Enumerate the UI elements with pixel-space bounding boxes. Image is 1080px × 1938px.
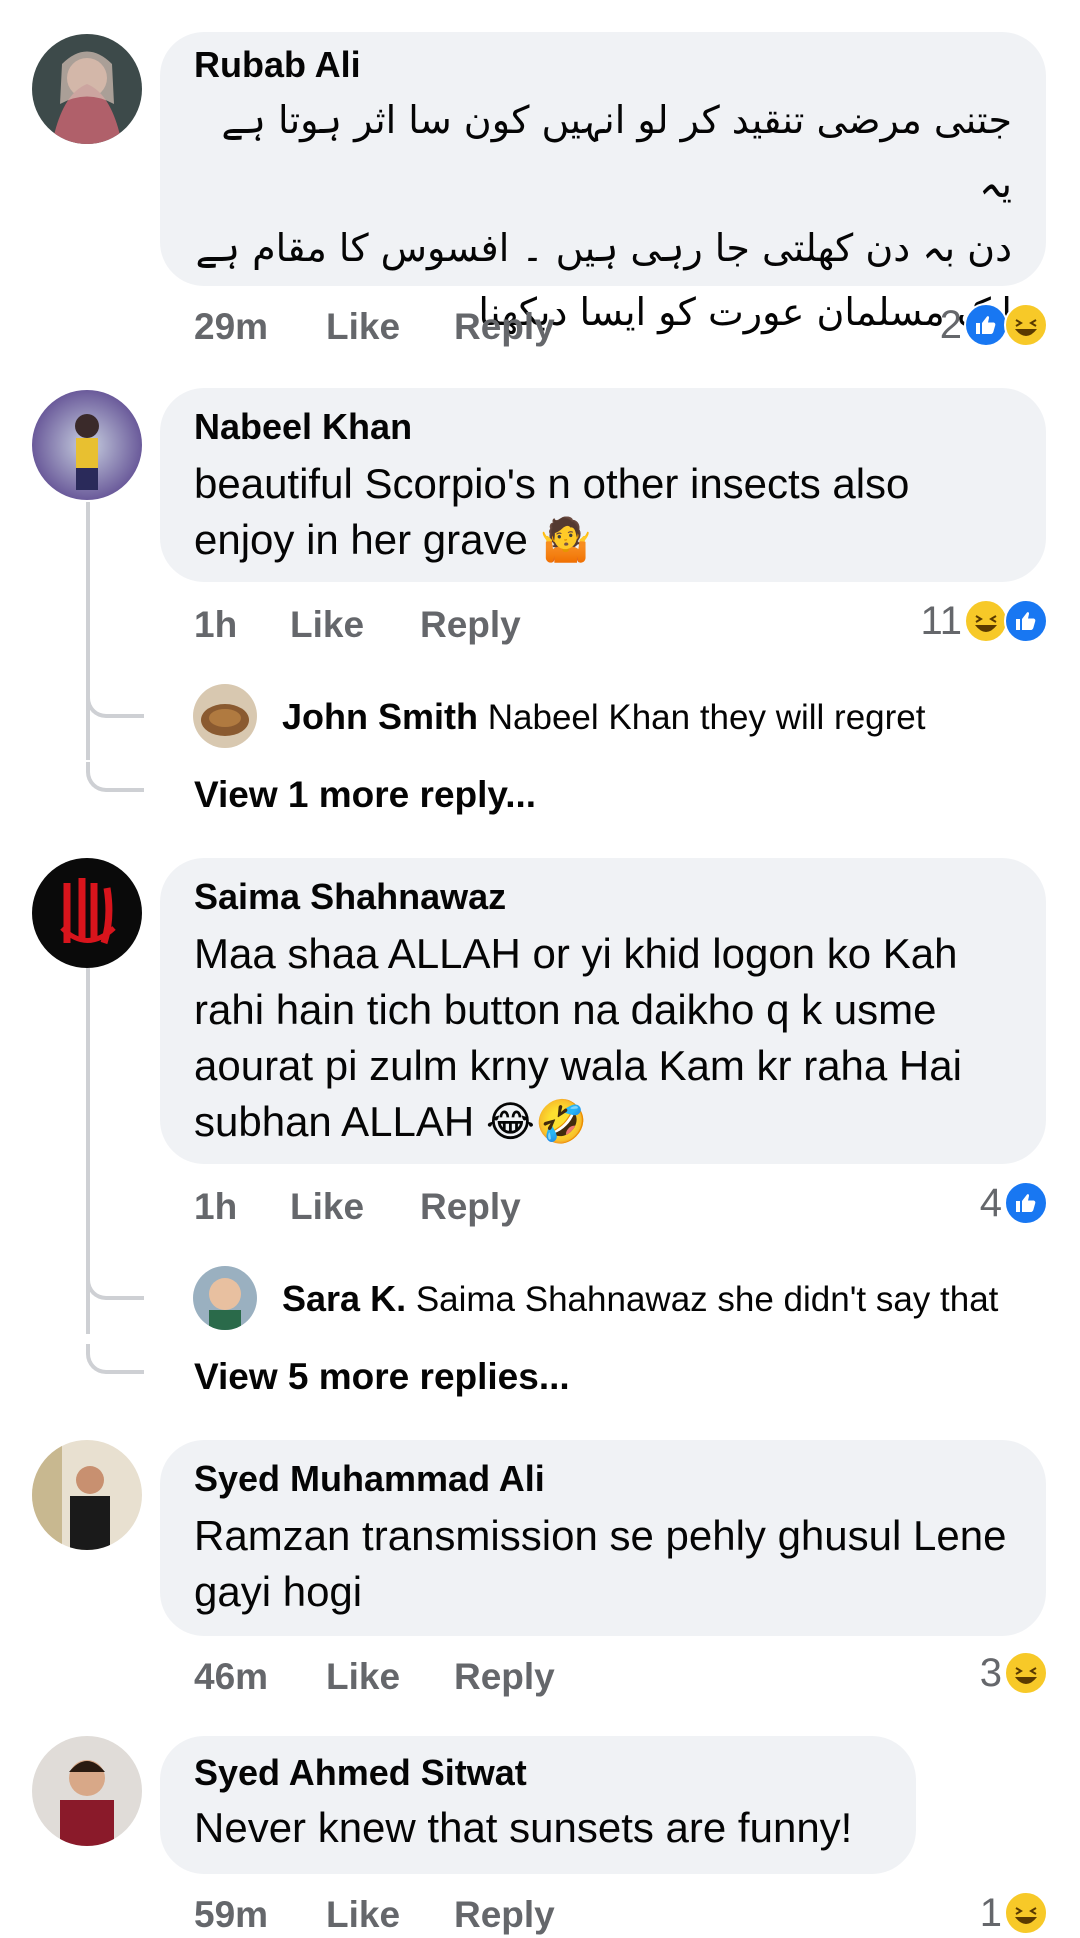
comment-bubble: Syed Muhammad Ali Ramzan transmission se… — [160, 1440, 1046, 1636]
like-button[interactable]: Like — [326, 306, 400, 348]
haha-icon — [964, 599, 1008, 643]
reply-button[interactable]: Reply — [420, 1186, 521, 1228]
avatar[interactable] — [32, 1440, 142, 1550]
reply-button[interactable]: Reply — [454, 1894, 555, 1936]
like-icon — [1004, 599, 1048, 643]
timestamp[interactable]: 29m — [194, 306, 268, 348]
reaction-count: 2 — [939, 302, 962, 347]
commenter-name[interactable]: Nabeel Khan — [194, 406, 412, 448]
like-button[interactable]: Like — [326, 1894, 400, 1936]
comment-line: دن بہ دن کھلتی جا رہی ہیں ۔ افسوس کا مقا… — [195, 226, 1013, 270]
comment-line: ایک مسلمان عورت کو ایسا دیکھنا — [478, 290, 1012, 334]
reply-button[interactable]: Reply — [420, 604, 521, 646]
reply-connector — [86, 1270, 144, 1300]
reply-connector — [86, 688, 144, 718]
avatar[interactable] — [32, 390, 142, 500]
avatar[interactable] — [32, 34, 142, 144]
reply-button[interactable]: Reply — [454, 1656, 555, 1698]
like-button[interactable]: Like — [290, 1186, 364, 1228]
reaction-count: 3 — [979, 1650, 1002, 1695]
like-button[interactable]: Like — [290, 604, 364, 646]
reaction-summary[interactable]: 4 — [980, 1180, 1048, 1226]
reply-button[interactable]: Reply — [454, 306, 555, 348]
timestamp[interactable]: 46m — [194, 1656, 268, 1698]
comment-bubble: Syed Ahmed Sitwat Never knew that sunset… — [160, 1736, 916, 1874]
comment-text: جتنی مرضی تنقید کر لو انہیں کون سا اثر ہ… — [194, 88, 1013, 344]
thread-line — [86, 502, 90, 760]
reply-preview[interactable]: Sara K. Saima Shahnawaz she didn't say t… — [282, 1278, 998, 1320]
commenter-name[interactable]: Syed Ahmed Sitwat — [194, 1752, 527, 1794]
comment-text: Maa shaa ALLAH or yi khid logon ko Kah r… — [194, 930, 962, 1145]
timestamp[interactable]: 59m — [194, 1894, 268, 1936]
like-icon — [964, 303, 1008, 347]
reaction-summary[interactable]: 2 — [940, 302, 1048, 348]
commenter-name[interactable]: Rubab Ali — [194, 44, 361, 86]
reaction-count: 4 — [979, 1180, 1002, 1225]
comment-line: جتنی مرضی تنقید کر لو انہیں کون سا اثر ہ… — [221, 98, 1012, 206]
reply-author[interactable]: Sara K. — [282, 1278, 406, 1319]
like-icon — [1004, 1181, 1048, 1225]
comment-text: beautiful Scorpio's n other insects also… — [194, 460, 910, 563]
haha-icon — [1004, 303, 1048, 347]
timestamp[interactable]: 1h — [194, 604, 237, 646]
reaction-count: 1 — [979, 1890, 1002, 1935]
commenter-name[interactable]: Saima Shahnawaz — [194, 876, 506, 918]
avatar[interactable] — [193, 1266, 257, 1330]
reply-text: Saima Shahnawaz she didn't say that — [415, 1280, 999, 1319]
view-more-replies[interactable]: View 5 more replies... — [194, 1356, 570, 1398]
commenter-name[interactable]: Syed Muhammad Ali — [194, 1458, 545, 1500]
reply-text: Nabeel Khan they will regret — [487, 698, 926, 737]
comment-text: Ramzan transmission se pehly ghusul Lene… — [194, 1512, 1007, 1615]
reply-author[interactable]: John Smith — [282, 696, 478, 737]
haha-icon — [1004, 1651, 1048, 1695]
view-more-replies[interactable]: View 1 more reply... — [194, 774, 536, 816]
comment-bubble: Saima Shahnawaz Maa shaa ALLAH or yi khi… — [160, 858, 1046, 1164]
reply-preview[interactable]: John Smith Nabeel Khan they will regret — [282, 696, 925, 738]
reaction-summary[interactable]: 11 — [920, 598, 1048, 644]
timestamp[interactable]: 1h — [194, 1186, 237, 1228]
reply-connector — [86, 1344, 144, 1374]
reaction-count: 11 — [920, 598, 962, 643]
avatar[interactable] — [32, 1736, 142, 1846]
comment-bubble: Rubab Ali جتنی مرضی تنقید کر لو انہیں کو… — [160, 32, 1046, 334]
reaction-summary[interactable]: 3 — [980, 1650, 1048, 1696]
like-button[interactable]: Like — [326, 1656, 400, 1698]
comment-text: Never knew that sunsets are funny! — [194, 1804, 853, 1851]
haha-icon — [1004, 1891, 1048, 1935]
comment-bubble: Nabeel Khan beautiful Scorpio's n other … — [160, 388, 1046, 582]
avatar[interactable] — [32, 858, 142, 968]
reply-connector — [86, 762, 144, 792]
avatar[interactable] — [193, 684, 257, 748]
reaction-summary[interactable]: 1 — [980, 1890, 1048, 1936]
